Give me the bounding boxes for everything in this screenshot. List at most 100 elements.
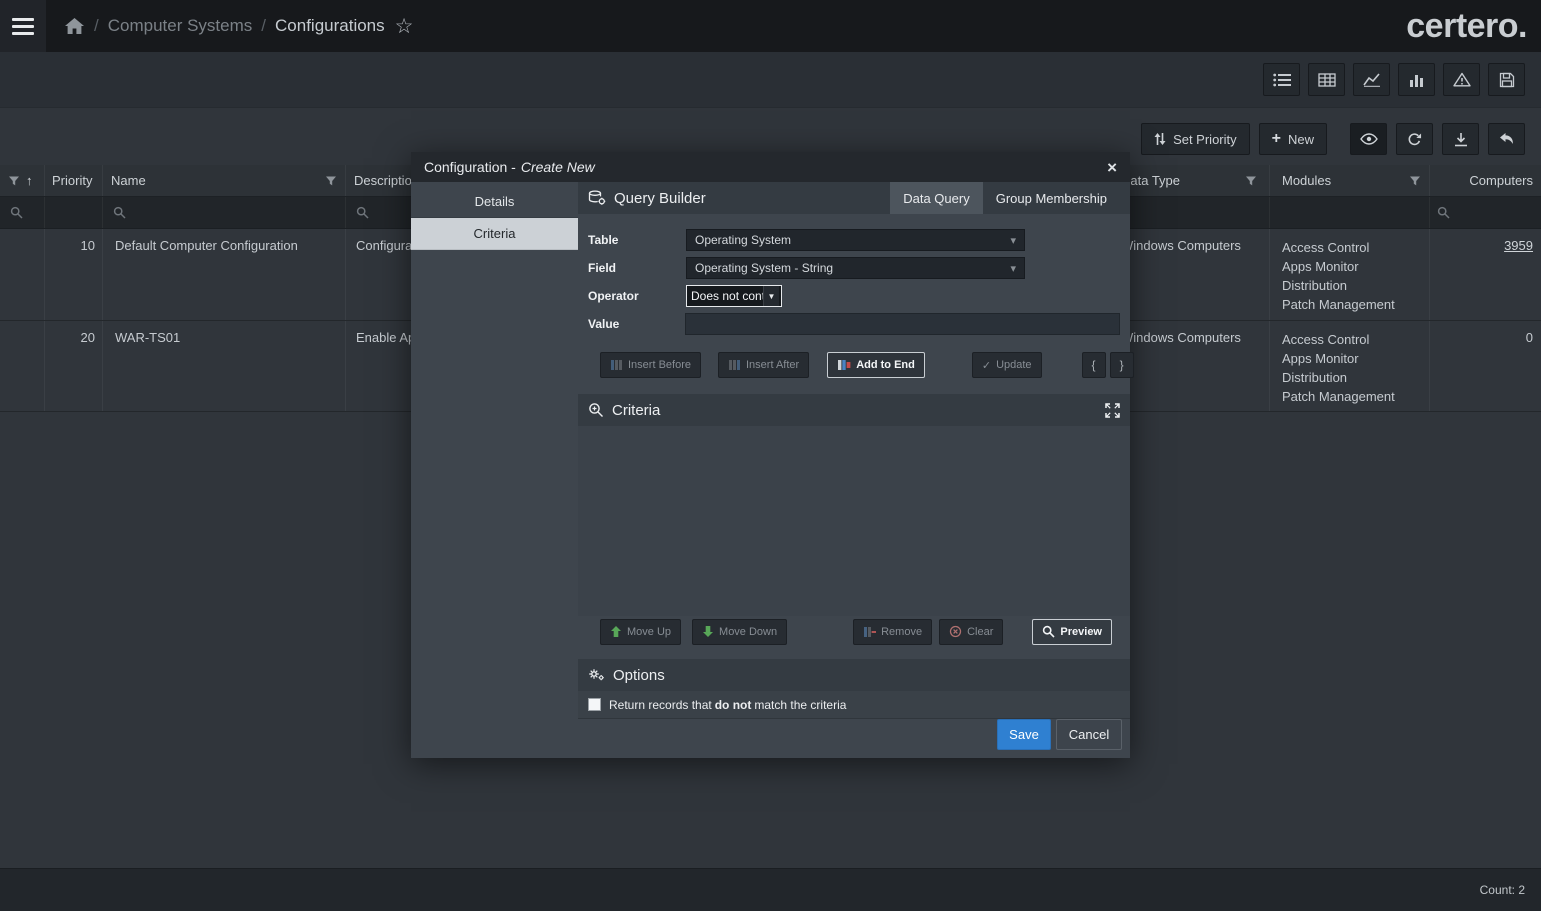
bar-chart-button[interactable] (1398, 63, 1435, 96)
undo-icon (1499, 132, 1515, 146)
view-toolbar (0, 52, 1541, 108)
update-button[interactable]: ✓ Update (971, 352, 1042, 378)
return-records-checkbox[interactable] (588, 698, 601, 711)
top-header: / Computer Systems / Configurations ☆ ce… (0, 0, 1541, 52)
filter-icon[interactable] (8, 175, 20, 187)
query-builder-panel: Query Builder Data Query Group Membershi… (578, 182, 1134, 758)
column-header-name[interactable]: Name (103, 165, 346, 196)
remove-icon (863, 626, 877, 638)
cell-priority: 10 (45, 229, 103, 320)
criteria-header: Criteria (578, 394, 1130, 426)
column-header-filter[interactable]: ↑ (0, 165, 45, 196)
criteria-title: Criteria (612, 401, 661, 419)
operator-label: Operator (588, 289, 639, 303)
download-icon (1454, 132, 1468, 147)
save-view-button[interactable] (1488, 63, 1525, 96)
refresh-icon (1407, 132, 1422, 147)
search-icon (1437, 206, 1450, 219)
line-chart-button[interactable] (1353, 63, 1390, 96)
criteria-list-area[interactable] (578, 426, 1130, 616)
select-arrow-icon: ▼ (763, 286, 779, 306)
app-stage: / Computer Systems / Configurations ☆ ce… (0, 0, 1541, 911)
tab-data-query[interactable]: Data Query (890, 182, 983, 214)
computers-count-link[interactable]: 3959 (1504, 238, 1533, 253)
list-view-icon (1272, 73, 1291, 87)
filter-cell[interactable] (1270, 197, 1430, 228)
plus-icon: + (1271, 130, 1281, 147)
tab-group-membership[interactable]: Group Membership (983, 182, 1120, 214)
list-view-button[interactable] (1263, 63, 1300, 96)
chevron-down-icon: ▾ (1010, 262, 1016, 275)
move-down-button[interactable]: Move Down (692, 618, 788, 645)
cancel-button[interactable]: Cancel (1056, 719, 1122, 750)
return-records-label: Return records that do not match the crite… (609, 697, 847, 712)
open-brace-button[interactable]: { (1081, 352, 1106, 378)
set-priority-button[interactable]: Set Priority (1141, 123, 1250, 155)
cell-name: WAR-TS01 (103, 321, 346, 411)
value-input[interactable] (684, 313, 1120, 335)
maximize-icon[interactable] (1105, 402, 1120, 418)
remove-button[interactable]: Remove (853, 618, 933, 645)
close-icon[interactable]: × (1107, 159, 1117, 176)
preview-button[interactable]: Preview (1032, 618, 1112, 645)
status-bar: Count: 2 (0, 868, 1541, 911)
column-header-modules[interactable]: Modules (1270, 165, 1430, 196)
filter-cell-computers[interactable] (1430, 197, 1541, 228)
field-label: Field (588, 261, 617, 275)
search-icon (113, 206, 126, 219)
filter-icon[interactable] (1409, 175, 1421, 187)
tab-details[interactable]: Details (411, 186, 578, 218)
breadcrumb-computer-systems[interactable]: Computer Systems (108, 16, 253, 36)
cell-computers: 3959 (1430, 229, 1541, 320)
table-dropdown[interactable]: Operating System ▾ (686, 229, 1025, 251)
column-header-computers[interactable]: Computers (1430, 165, 1541, 196)
dialog-footer: Save Cancel (578, 719, 1130, 758)
sort-ascending-icon[interactable]: ↑ (26, 173, 33, 188)
export-button[interactable] (1442, 123, 1479, 155)
favorite-star-icon[interactable]: ☆ (395, 16, 414, 37)
save-icon (1499, 72, 1515, 88)
field-dropdown[interactable]: Operating System - String ▾ (686, 257, 1025, 279)
move-up-button[interactable]: Move Up (600, 618, 682, 645)
close-brace-button[interactable]: } (1109, 352, 1134, 378)
query-builder-actions: Insert Before Insert After Add to End ✓ … (600, 352, 1134, 378)
operator-select[interactable]: Does not contain ▼ (686, 285, 782, 307)
line-chart-icon (1362, 72, 1381, 87)
new-button[interactable]: + New (1258, 123, 1327, 155)
sort-updown-icon (1154, 132, 1166, 146)
create-configuration-dialog: Configuration - Create New × Details Crit… (411, 152, 1134, 758)
insert-before-button[interactable]: Insert Before (600, 352, 701, 378)
search-icon (10, 206, 23, 219)
menu-button[interactable] (0, 0, 46, 52)
breadcrumb-separator: / (94, 16, 99, 35)
dialog-title-bar: Configuration - Create New × (411, 152, 1130, 182)
search-icon (356, 206, 369, 219)
filter-cell[interactable] (1121, 197, 1270, 228)
toggle-visibility-button[interactable] (1350, 123, 1387, 155)
alerts-button[interactable] (1443, 63, 1480, 96)
tab-criteria[interactable]: Criteria (411, 218, 578, 250)
column-header-priority[interactable]: Priority (45, 165, 103, 196)
table-label: Table (588, 233, 619, 247)
dialog-side-tabs: Details Criteria (411, 182, 578, 758)
gears-icon (588, 668, 605, 682)
save-button[interactable]: Save (997, 719, 1051, 750)
filter-cell-name[interactable] (103, 197, 346, 228)
filter-icon[interactable] (1245, 175, 1261, 187)
query-builder-icon (588, 190, 606, 206)
table-view-button[interactable] (1308, 63, 1345, 96)
query-builder-form: Table Operating System ▾ Field Operating… (578, 214, 1130, 340)
filter-cell[interactable] (0, 197, 45, 228)
chevron-down-icon: ▾ (1010, 234, 1016, 247)
insert-after-button[interactable]: Insert After (717, 352, 810, 378)
column-header-data-type[interactable]: Data Type (1121, 165, 1270, 196)
clear-button[interactable]: Clear (939, 618, 1004, 645)
set-priority-label: Set Priority (1173, 131, 1237, 147)
refresh-button[interactable] (1396, 123, 1433, 155)
filter-icon[interactable] (325, 175, 337, 187)
query-builder-header: Query Builder Data Query Group Membershi… (578, 182, 1130, 214)
undo-button[interactable] (1488, 123, 1525, 155)
add-to-end-button[interactable]: Add to End (827, 352, 925, 378)
home-icon[interactable] (64, 17, 85, 35)
filter-cell[interactable] (45, 197, 103, 228)
